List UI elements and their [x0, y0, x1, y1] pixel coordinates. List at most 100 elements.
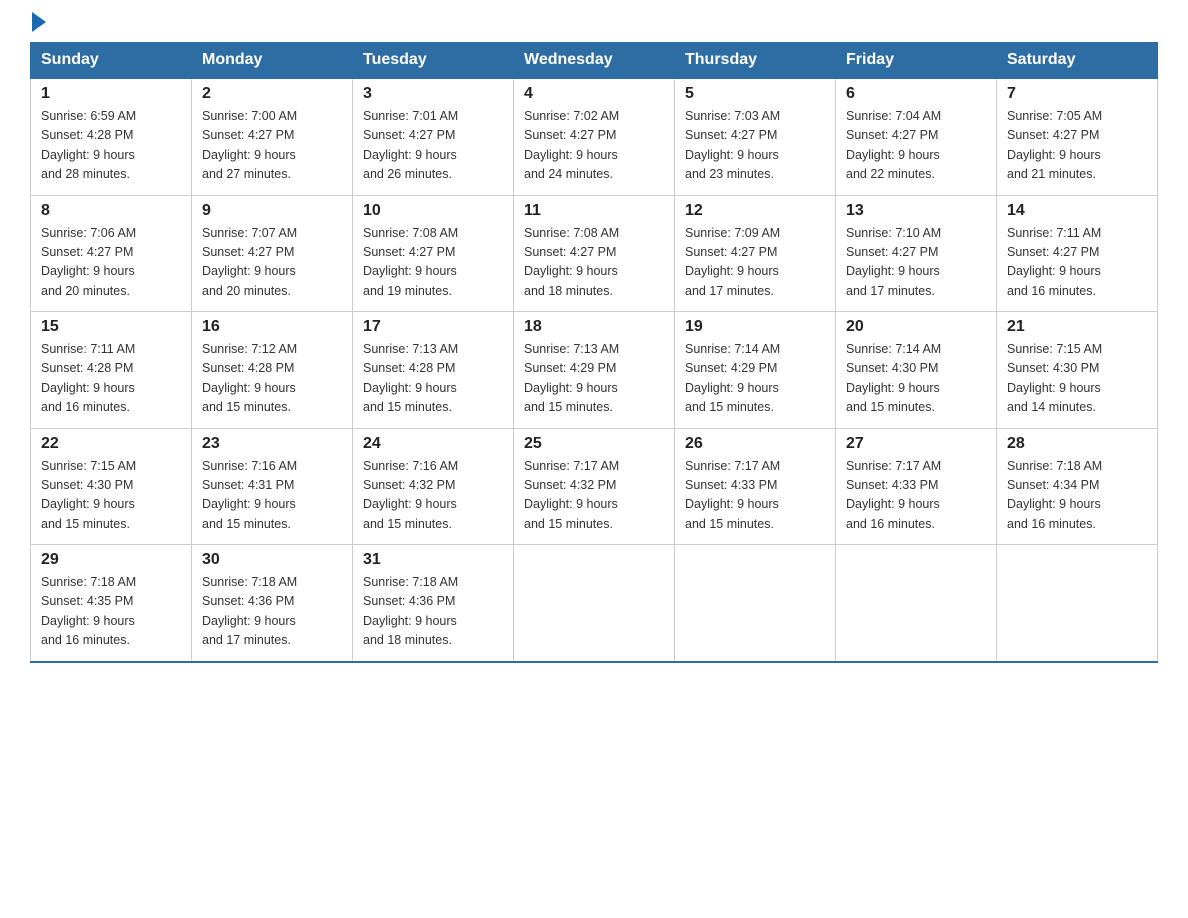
day-info: Sunrise: 7:02 AMSunset: 4:27 PMDaylight:…: [524, 107, 664, 185]
calendar-cell: 18Sunrise: 7:13 AMSunset: 4:29 PMDayligh…: [514, 312, 675, 429]
day-info: Sunrise: 7:05 AMSunset: 4:27 PMDaylight:…: [1007, 107, 1147, 185]
day-info: Sunrise: 7:11 AMSunset: 4:28 PMDaylight:…: [41, 340, 181, 418]
calendar-table: SundayMondayTuesdayWednesdayThursdayFrid…: [30, 42, 1158, 663]
day-info: Sunrise: 7:18 AMSunset: 4:36 PMDaylight:…: [363, 573, 503, 651]
calendar-week-row: 8 Sunrise: 7:06 AMSunset: 4:27 PMDaylight…: [31, 195, 1158, 312]
day-info: Sunrise: 7:01 AMSunset: 4:27 PMDaylight:…: [363, 107, 503, 185]
calendar-cell: 27Sunrise: 7:17 AMSunset: 4:33 PMDayligh…: [836, 428, 997, 545]
day-info: Sunrise: 7:06 AMSunset: 4:27 PMDaylight:…: [41, 224, 181, 302]
calendar-cell: 5 Sunrise: 7:03 AMSunset: 4:27 PMDaylight…: [675, 78, 836, 195]
calendar-cell: 12 Sunrise: 7:09 AMSunset: 4:27 PMDayligh…: [675, 195, 836, 312]
day-number: 17: [363, 318, 503, 336]
calendar-cell: 16 Sunrise: 7:12 AMSunset: 4:28 PMDayligh…: [192, 312, 353, 429]
day-number: 1: [41, 85, 181, 103]
day-info: Sunrise: 7:17 AMSunset: 4:33 PMDaylight:…: [846, 457, 986, 535]
day-number: 16: [202, 318, 342, 336]
calendar-cell: 6 Sunrise: 7:04 AMSunset: 4:27 PMDaylight…: [836, 78, 997, 195]
day-info: Sunrise: 7:14 AMSunset: 4:30 PMDaylight:…: [846, 340, 986, 418]
day-info: Sunrise: 7:03 AMSunset: 4:27 PMDaylight:…: [685, 107, 825, 185]
calendar-week-row: 1 Sunrise: 6:59 AMSunset: 4:28 PMDaylight…: [31, 78, 1158, 195]
day-number: 14: [1007, 202, 1147, 220]
day-info: Sunrise: 7:14 AMSunset: 4:29 PMDaylight:…: [685, 340, 825, 418]
calendar-cell: 15Sunrise: 7:11 AMSunset: 4:28 PMDayligh…: [31, 312, 192, 429]
day-number: 5: [685, 85, 825, 103]
day-number: 31: [363, 551, 503, 569]
day-info: Sunrise: 7:04 AMSunset: 4:27 PMDaylight:…: [846, 107, 986, 185]
day-number: 29: [41, 551, 181, 569]
calendar-cell: 9 Sunrise: 7:07 AMSunset: 4:27 PMDaylight…: [192, 195, 353, 312]
logo: [30, 20, 46, 32]
calendar-week-row: 22 Sunrise: 7:15 AMSunset: 4:30 PMDayligh…: [31, 428, 1158, 545]
calendar-header-saturday: Saturday: [997, 43, 1158, 79]
day-number: 10: [363, 202, 503, 220]
day-number: 20: [846, 318, 986, 336]
day-number: 3: [363, 85, 503, 103]
day-number: 24: [363, 435, 503, 453]
day-info: Sunrise: 7:07 AMSunset: 4:27 PMDaylight:…: [202, 224, 342, 302]
calendar-header-monday: Monday: [192, 43, 353, 79]
calendar-cell: 28Sunrise: 7:18 AMSunset: 4:34 PMDayligh…: [997, 428, 1158, 545]
day-info: Sunrise: 7:09 AMSunset: 4:27 PMDaylight:…: [685, 224, 825, 302]
calendar-cell: [514, 545, 675, 662]
day-info: Sunrise: 7:15 AMSunset: 4:30 PMDaylight:…: [41, 457, 181, 535]
logo-arrow-icon: [32, 12, 46, 32]
calendar-cell: 7Sunrise: 7:05 AMSunset: 4:27 PMDaylight…: [997, 78, 1158, 195]
calendar-cell: 17 Sunrise: 7:13 AMSunset: 4:28 PMDayligh…: [353, 312, 514, 429]
day-info: Sunrise: 7:11 AMSunset: 4:27 PMDaylight:…: [1007, 224, 1147, 302]
calendar-cell: 29 Sunrise: 7:18 AMSunset: 4:35 PMDayligh…: [31, 545, 192, 662]
day-info: Sunrise: 7:13 AMSunset: 4:28 PMDaylight:…: [363, 340, 503, 418]
day-info: Sunrise: 7:16 AMSunset: 4:32 PMDaylight:…: [363, 457, 503, 535]
calendar-header-tuesday: Tuesday: [353, 43, 514, 79]
calendar-cell: [675, 545, 836, 662]
day-number: 25: [524, 435, 664, 453]
calendar-cell: 22 Sunrise: 7:15 AMSunset: 4:30 PMDayligh…: [31, 428, 192, 545]
day-number: 13: [846, 202, 986, 220]
day-info: Sunrise: 6:59 AMSunset: 4:28 PMDaylight:…: [41, 107, 181, 185]
day-number: 11: [524, 202, 664, 220]
day-number: 21: [1007, 318, 1147, 336]
calendar-cell: 23Sunrise: 7:16 AMSunset: 4:31 PMDayligh…: [192, 428, 353, 545]
day-info: Sunrise: 7:12 AMSunset: 4:28 PMDaylight:…: [202, 340, 342, 418]
day-info: Sunrise: 7:08 AMSunset: 4:27 PMDaylight:…: [524, 224, 664, 302]
calendar-cell: [997, 545, 1158, 662]
day-number: 9: [202, 202, 342, 220]
calendar-week-row: 29 Sunrise: 7:18 AMSunset: 4:35 PMDayligh…: [31, 545, 1158, 662]
day-info: Sunrise: 7:00 AMSunset: 4:27 PMDaylight:…: [202, 107, 342, 185]
calendar-cell: 24 Sunrise: 7:16 AMSunset: 4:32 PMDayligh…: [353, 428, 514, 545]
day-info: Sunrise: 7:10 AMSunset: 4:27 PMDaylight:…: [846, 224, 986, 302]
day-number: 30: [202, 551, 342, 569]
day-number: 8: [41, 202, 181, 220]
day-number: 26: [685, 435, 825, 453]
calendar-cell: 19 Sunrise: 7:14 AMSunset: 4:29 PMDayligh…: [675, 312, 836, 429]
calendar-cell: 4Sunrise: 7:02 AMSunset: 4:27 PMDaylight…: [514, 78, 675, 195]
calendar-header-wednesday: Wednesday: [514, 43, 675, 79]
day-info: Sunrise: 7:16 AMSunset: 4:31 PMDaylight:…: [202, 457, 342, 535]
day-number: 18: [524, 318, 664, 336]
day-number: 2: [202, 85, 342, 103]
calendar-cell: 21 Sunrise: 7:15 AMSunset: 4:30 PMDayligh…: [997, 312, 1158, 429]
calendar-cell: 14 Sunrise: 7:11 AMSunset: 4:27 PMDayligh…: [997, 195, 1158, 312]
day-info: Sunrise: 7:15 AMSunset: 4:30 PMDaylight:…: [1007, 340, 1147, 418]
calendar-cell: 11 Sunrise: 7:08 AMSunset: 4:27 PMDayligh…: [514, 195, 675, 312]
day-info: Sunrise: 7:18 AMSunset: 4:34 PMDaylight:…: [1007, 457, 1147, 535]
calendar-cell: 25Sunrise: 7:17 AMSunset: 4:32 PMDayligh…: [514, 428, 675, 545]
day-number: 6: [846, 85, 986, 103]
calendar-cell: 31 Sunrise: 7:18 AMSunset: 4:36 PMDayligh…: [353, 545, 514, 662]
calendar-cell: 2 Sunrise: 7:00 AMSunset: 4:27 PMDaylight…: [192, 78, 353, 195]
calendar-cell: 10 Sunrise: 7:08 AMSunset: 4:27 PMDayligh…: [353, 195, 514, 312]
calendar-cell: 13 Sunrise: 7:10 AMSunset: 4:27 PMDayligh…: [836, 195, 997, 312]
day-number: 22: [41, 435, 181, 453]
day-info: Sunrise: 7:08 AMSunset: 4:27 PMDaylight:…: [363, 224, 503, 302]
calendar-header-thursday: Thursday: [675, 43, 836, 79]
calendar-cell: 20 Sunrise: 7:14 AMSunset: 4:30 PMDayligh…: [836, 312, 997, 429]
calendar-cell: [836, 545, 997, 662]
calendar-cell: 1 Sunrise: 6:59 AMSunset: 4:28 PMDaylight…: [31, 78, 192, 195]
day-info: Sunrise: 7:18 AMSunset: 4:35 PMDaylight:…: [41, 573, 181, 651]
day-info: Sunrise: 7:18 AMSunset: 4:36 PMDaylight:…: [202, 573, 342, 651]
calendar-cell: 26Sunrise: 7:17 AMSunset: 4:33 PMDayligh…: [675, 428, 836, 545]
page-header: [30, 20, 1158, 32]
day-number: 19: [685, 318, 825, 336]
calendar-cell: 3 Sunrise: 7:01 AMSunset: 4:27 PMDaylight…: [353, 78, 514, 195]
calendar-week-row: 15Sunrise: 7:11 AMSunset: 4:28 PMDayligh…: [31, 312, 1158, 429]
day-number: 12: [685, 202, 825, 220]
